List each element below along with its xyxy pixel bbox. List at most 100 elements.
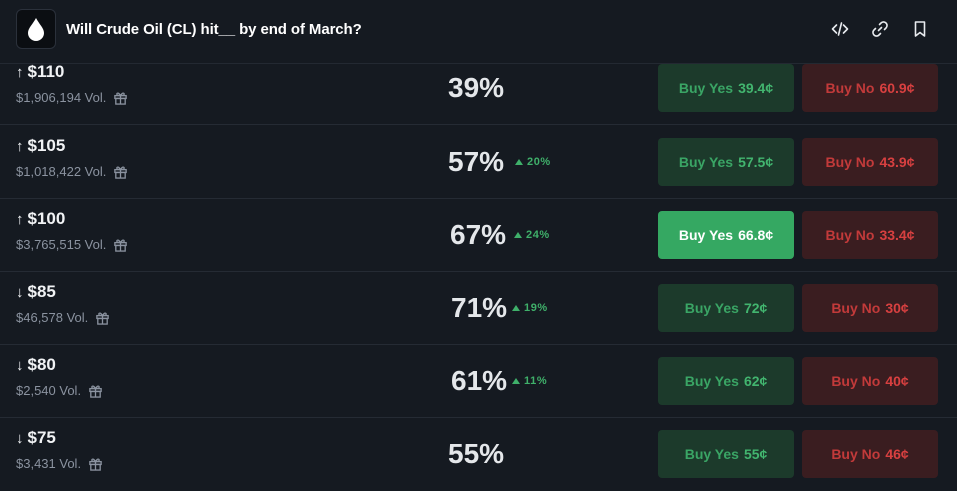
buy-yes-price: 57.5¢ [738,154,774,170]
buy-no-label: Buy No [831,373,881,389]
buy-no-button[interactable]: Buy No 40¢ [802,357,938,405]
threshold-value: $80 [27,355,56,374]
probability-value: 57% [448,146,505,177]
threshold-value: $100 [27,209,66,228]
buy-yes-label: Buy Yes [678,227,734,243]
water-drop-icon [28,18,44,41]
buy-no-label: Buy No [825,227,875,243]
probability-value: 39% [448,72,505,103]
buy-yes-label: Buy Yes [678,80,734,96]
buy-no-price: 40¢ [885,373,909,389]
buy-no-price: 33.4¢ [879,227,915,243]
buy-yes-button[interactable]: Buy Yes 39.4¢ [658,64,794,112]
buy-no-label: Buy No [825,154,875,170]
change-value: 24% [526,229,550,241]
triangle-up-icon [515,159,523,165]
volume-label: $3,765,515 Vol. [16,237,128,252]
buy-no-price: 46¢ [885,446,909,462]
gift-icon[interactable] [88,383,103,398]
probability-change: 20% [515,156,551,168]
buy-yes-price: 55¢ [743,446,768,462]
embed-code-icon[interactable] [829,18,851,40]
volume-value: $46,578 Vol. [16,310,89,325]
outcome-row-80: ↓ $80 $2,540 Vol. 61% 11% Buy Yes 62¢ Bu… [0,345,957,418]
arrow-up-icon: ↑ [16,137,24,155]
outcome-row-85: ↓ $85 $46,578 Vol. 71% 19% Buy Yes 72¢ B… [0,272,957,345]
buy-yes-label: Buy Yes [684,446,739,462]
probability-value: 55% [448,438,505,469]
triangle-up-icon [512,305,520,311]
arrow-up-icon: ↑ [16,63,24,81]
threshold-label: ↓ $85 [16,282,56,302]
arrow-down-icon: ↓ [16,429,24,447]
market-header: Will Crude Oil (CL) hit__ by end of Marc… [0,0,957,64]
buy-no-button[interactable]: Buy No 46¢ [802,430,938,478]
volume-label: $2,540 Vol. [16,383,103,398]
gift-icon[interactable] [95,310,110,325]
buy-no-label: Buy No [831,300,881,316]
volume-label: $1,906,194 Vol. [16,90,128,105]
market-logo [16,9,56,49]
buy-yes-button[interactable]: Buy Yes 57.5¢ [658,138,794,186]
buy-yes-label: Buy Yes [678,154,734,170]
gift-icon[interactable] [113,164,128,179]
volume-value: $3,431 Vol. [16,456,82,471]
probability-change: 19% [512,302,548,314]
gift-icon[interactable] [113,90,128,105]
change-value: 11% [524,375,548,387]
threshold-value: $75 [27,428,56,447]
volume-label: $3,431 Vol. [16,456,103,471]
threshold-value: $105 [27,136,66,155]
threshold-label: ↓ $80 [16,355,56,375]
buy-no-button[interactable]: Buy No 30¢ [802,284,938,332]
threshold-label: ↑ $100 [16,209,65,229]
change-value: 19% [524,302,548,314]
buy-yes-label: Buy Yes [684,373,739,389]
buy-yes-button[interactable]: Buy Yes 66.8¢ [658,211,794,259]
buy-no-label: Buy No [831,446,881,462]
arrow-down-icon: ↓ [16,283,24,301]
triangle-up-icon [512,378,520,384]
buy-yes-price: 62¢ [743,373,768,389]
triangle-up-icon [514,232,522,238]
buy-no-label: Buy No [825,80,875,96]
buy-no-price: 30¢ [885,300,909,316]
buy-yes-button[interactable]: Buy Yes 72¢ [658,284,794,332]
buy-yes-price: 39.4¢ [738,80,774,96]
arrow-up-icon: ↑ [16,210,24,228]
buy-yes-button[interactable]: Buy Yes 62¢ [658,357,794,405]
arrow-down-icon: ↓ [16,356,24,374]
volume-value: $1,906,194 Vol. [16,90,107,105]
link-icon[interactable] [869,18,891,40]
buy-yes-price: 66.8¢ [738,227,774,243]
gift-icon[interactable] [88,456,103,471]
threshold-label: ↑ $105 [16,136,65,156]
probability-value: 61% [451,365,508,396]
volume-label: $46,578 Vol. [16,310,110,325]
buy-yes-price: 72¢ [743,300,768,316]
threshold-label: ↑ $110 [16,62,64,82]
bookmark-icon[interactable] [909,18,931,40]
buy-no-button[interactable]: Buy No 33.4¢ [802,211,938,259]
outcome-row-75: ↓ $75 $3,431 Vol. 55% Buy Yes 55¢ Buy No… [0,418,957,491]
page-title: Will Crude Oil (CL) hit__ by end of Marc… [66,21,362,38]
buy-yes-button[interactable]: Buy Yes 55¢ [658,430,794,478]
volume-value: $1,018,422 Vol. [16,164,107,179]
buy-no-button[interactable]: Buy No 60.9¢ [802,64,938,112]
probability-value: 67% [450,219,507,250]
probability-change: 11% [512,375,547,387]
gift-icon[interactable] [113,237,128,252]
change-value: 20% [527,156,551,168]
probability-change: 24% [514,229,550,241]
threshold-value: $85 [27,282,56,301]
buy-no-price: 43.9¢ [879,154,915,170]
outcome-row-100: ↑ $100 $3,765,515 Vol. 67% 24% Buy Yes 6… [0,199,957,272]
volume-value: $3,765,515 Vol. [16,237,107,252]
threshold-value: $110 [27,62,65,81]
buy-no-price: 60.9¢ [879,80,915,96]
buy-yes-label: Buy Yes [684,300,739,316]
volume-label: $1,018,422 Vol. [16,164,128,179]
outcome-row-105: ↑ $105 $1,018,422 Vol. 57% 20% Buy Yes 5… [0,126,957,199]
buy-no-button[interactable]: Buy No 43.9¢ [802,138,938,186]
threshold-label: ↓ $75 [16,428,56,448]
